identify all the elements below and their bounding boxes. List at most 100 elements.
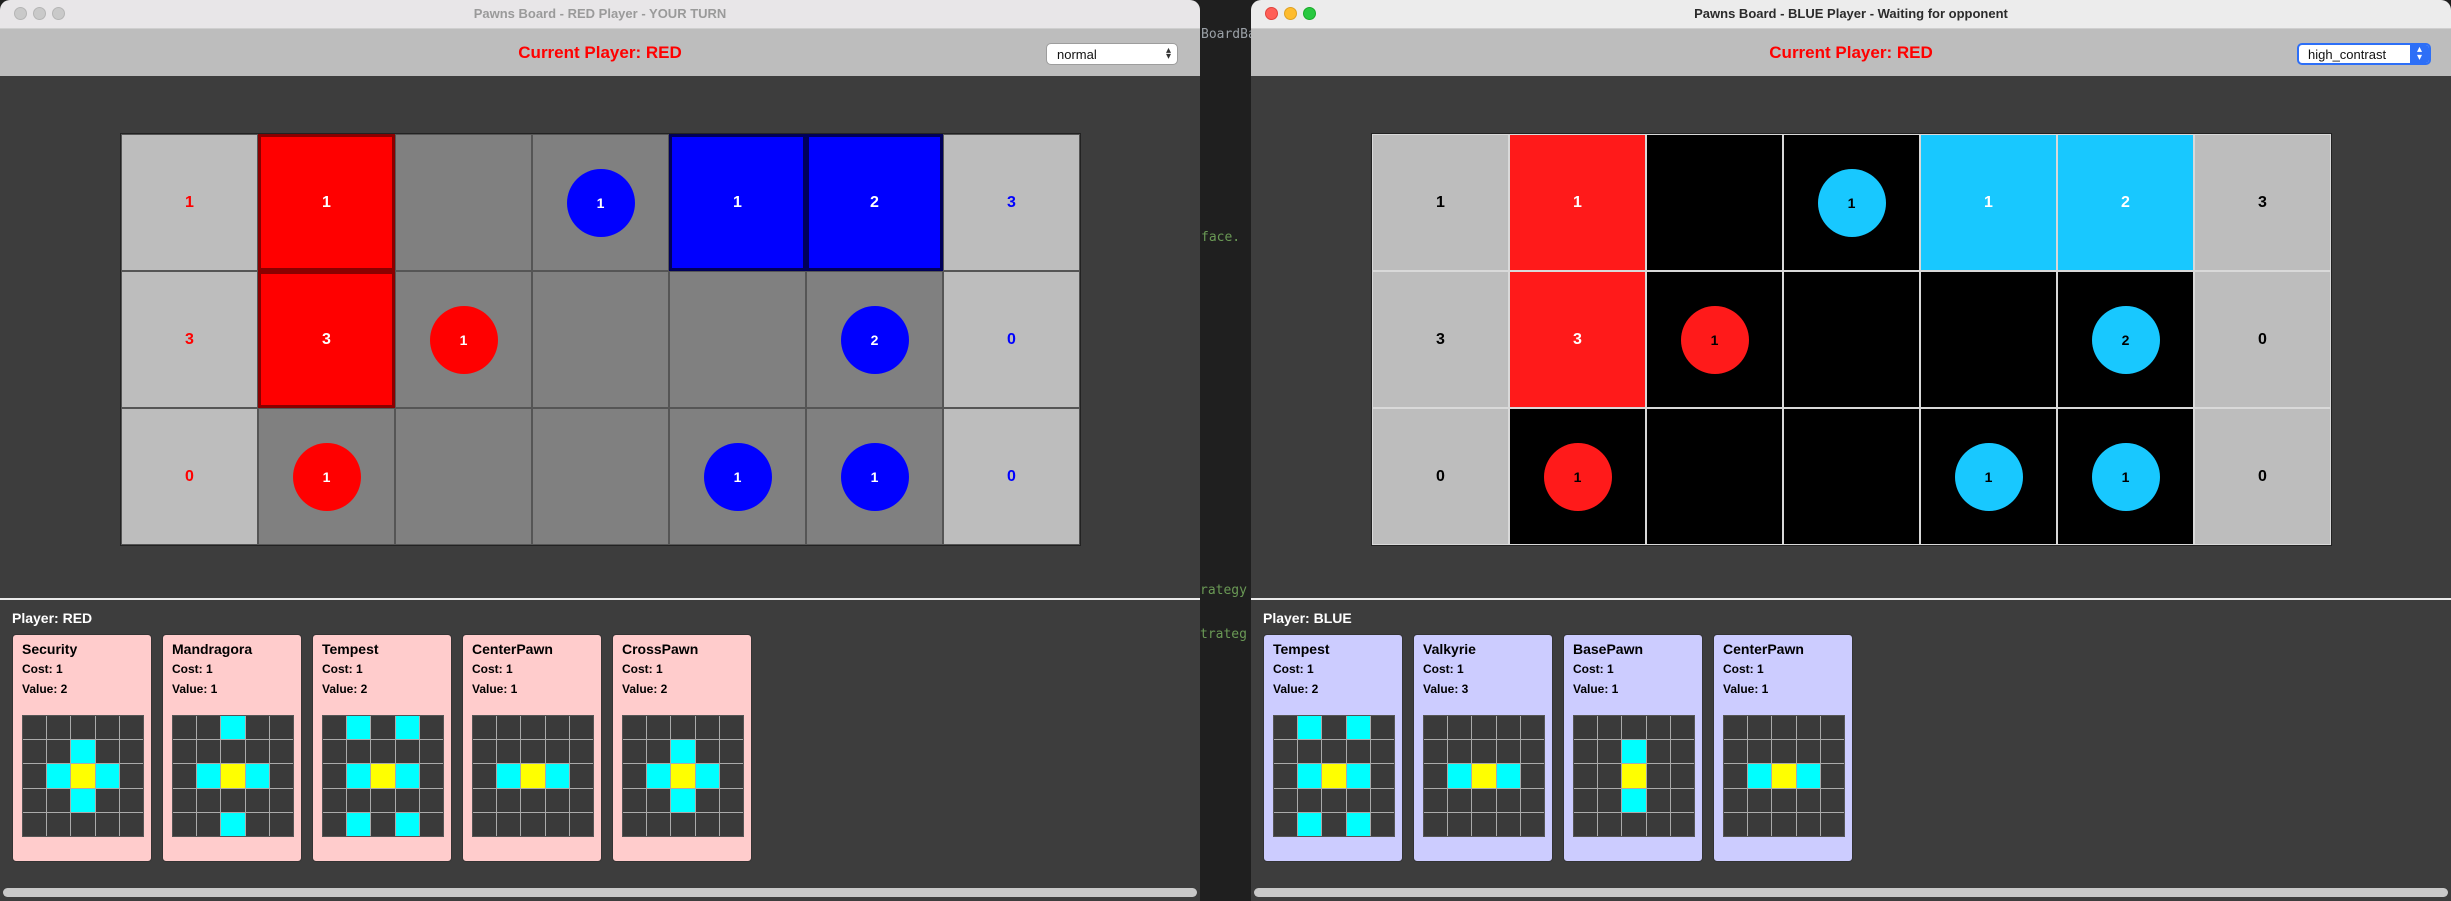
influence-empty [1472, 812, 1496, 836]
influence-empty [1646, 740, 1670, 764]
influence-empty [371, 812, 395, 836]
influence-empty [545, 716, 569, 740]
influence-empty [569, 788, 593, 812]
influence-empty [323, 740, 347, 764]
pawn-count: 1 [429, 305, 498, 374]
influence-grid [472, 715, 594, 837]
influence-empty [473, 812, 497, 836]
influence-grid [322, 715, 444, 837]
placed-card-cell[interactable]: 1 [669, 134, 806, 271]
hand-card[interactable]: BasePawn Cost: 1 Value: 1 [1563, 634, 1703, 862]
color-mode-select[interactable]: high_contrast ▴ ▾ [2297, 43, 2431, 65]
empty-cell[interactable] [1920, 271, 2057, 408]
empty-cell[interactable] [1646, 408, 1783, 545]
title-bar[interactable]: Pawns Board - RED Player - YOUR TURN [0, 0, 1200, 29]
empty-cell[interactable] [395, 408, 532, 545]
influence-empty [1598, 764, 1622, 788]
influence-square [1346, 716, 1370, 740]
influence-square [1496, 764, 1520, 788]
pawn-cell[interactable]: 1 [395, 271, 532, 408]
influence-empty [569, 716, 593, 740]
influence-empty [1670, 716, 1694, 740]
influence-empty [1424, 788, 1448, 812]
influence-empty [419, 740, 443, 764]
pawn-cell[interactable]: 2 [806, 271, 943, 408]
title-bar[interactable]: Pawns Board - BLUE Player - Waiting for … [1251, 0, 2451, 29]
row-score-red: 0 [1372, 408, 1509, 545]
placed-card-cell[interactable]: 3 [258, 271, 395, 408]
pawn-cell[interactable]: 1 [669, 408, 806, 545]
player-label: Player: BLUE [1263, 610, 1352, 626]
influence-square [1298, 812, 1322, 836]
influence-empty [1370, 764, 1394, 788]
pawn-cell[interactable]: 1 [532, 134, 669, 271]
pawn-cell[interactable]: 1 [1783, 134, 1920, 271]
pawn-cell[interactable]: 1 [806, 408, 943, 545]
pawn-cell[interactable]: 2 [2057, 271, 2194, 408]
influence-empty [1772, 740, 1796, 764]
hand-card[interactable]: Security Cost: 1 Value: 2 [12, 634, 152, 862]
influence-empty [521, 740, 545, 764]
influence-empty [473, 764, 497, 788]
influence-empty [23, 740, 47, 764]
placed-card-cell[interactable]: 1 [258, 134, 395, 271]
hand-card[interactable]: Tempest Cost: 1 Value: 2 [312, 634, 452, 862]
influence-empty [1622, 812, 1646, 836]
pawn-cell[interactable]: 1 [1509, 408, 1646, 545]
empty-cell[interactable] [532, 408, 669, 545]
hand-card[interactable]: CenterPawn Cost: 1 Value: 1 [1713, 634, 1853, 862]
pawn-cell[interactable]: 1 [2057, 408, 2194, 545]
window-title: Pawns Board - BLUE Player - Waiting for … [1694, 6, 2008, 21]
empty-cell[interactable] [395, 134, 532, 271]
influence-empty [1298, 788, 1322, 812]
influence-square [1748, 764, 1772, 788]
hand-card[interactable]: Mandragora Cost: 1 Value: 1 [162, 634, 302, 862]
influence-empty [671, 812, 695, 836]
influence-empty [1622, 716, 1646, 740]
empty-cell[interactable] [1646, 134, 1783, 271]
influence-empty [719, 740, 743, 764]
influence-empty [245, 740, 269, 764]
influence-square [221, 716, 245, 740]
placed-card-cell[interactable]: 1 [1509, 134, 1646, 271]
empty-cell[interactable] [1783, 271, 1920, 408]
placed-card-cell[interactable]: 1 [1920, 134, 2057, 271]
empty-cell[interactable] [669, 271, 806, 408]
influence-empty [1574, 716, 1598, 740]
influence-empty [1448, 812, 1472, 836]
influence-empty [1646, 764, 1670, 788]
influence-empty [221, 740, 245, 764]
influence-empty [1520, 812, 1544, 836]
influence-empty [1598, 788, 1622, 812]
hand-card[interactable]: CenterPawn Cost: 1 Value: 1 [462, 634, 602, 862]
pawn-cell[interactable]: 1 [1920, 408, 2057, 545]
influence-empty [1724, 764, 1748, 788]
influence-empty [1274, 812, 1298, 836]
horizontal-scrollbar[interactable] [1254, 888, 2448, 897]
influence-center [671, 764, 695, 788]
horizontal-scrollbar[interactable] [3, 888, 1197, 897]
influence-empty [719, 812, 743, 836]
card-name: Mandragora [172, 641, 253, 657]
hand-card[interactable]: Valkyrie Cost: 1 Value: 3 [1413, 634, 1553, 862]
influence-empty [1574, 788, 1598, 812]
influence-empty [1598, 812, 1622, 836]
card-value: Value: 2 [322, 682, 368, 696]
hand-card[interactable]: Tempest Cost: 1 Value: 2 [1263, 634, 1403, 862]
empty-cell[interactable] [1783, 408, 1920, 545]
pawn-cell[interactable]: 1 [1646, 271, 1783, 408]
influence-square [221, 812, 245, 836]
influence-square [71, 788, 95, 812]
pawn-count: 1 [1954, 442, 2023, 511]
placed-card-cell[interactable]: 2 [2057, 134, 2194, 271]
influence-empty [173, 740, 197, 764]
empty-cell[interactable] [532, 271, 669, 408]
color-mode-select[interactable]: normal ▴ ▾ [1046, 43, 1178, 65]
pawn-cell[interactable]: 1 [258, 408, 395, 545]
background-editor-strip: BoardBa face. [1200, 0, 1251, 901]
hand-card[interactable]: CrossPawn Cost: 1 Value: 2 [612, 634, 752, 862]
placed-card-cell[interactable]: 2 [806, 134, 943, 271]
influence-empty [371, 716, 395, 740]
placed-card-cell[interactable]: 3 [1509, 271, 1646, 408]
pawn-count: 1 [703, 442, 772, 511]
